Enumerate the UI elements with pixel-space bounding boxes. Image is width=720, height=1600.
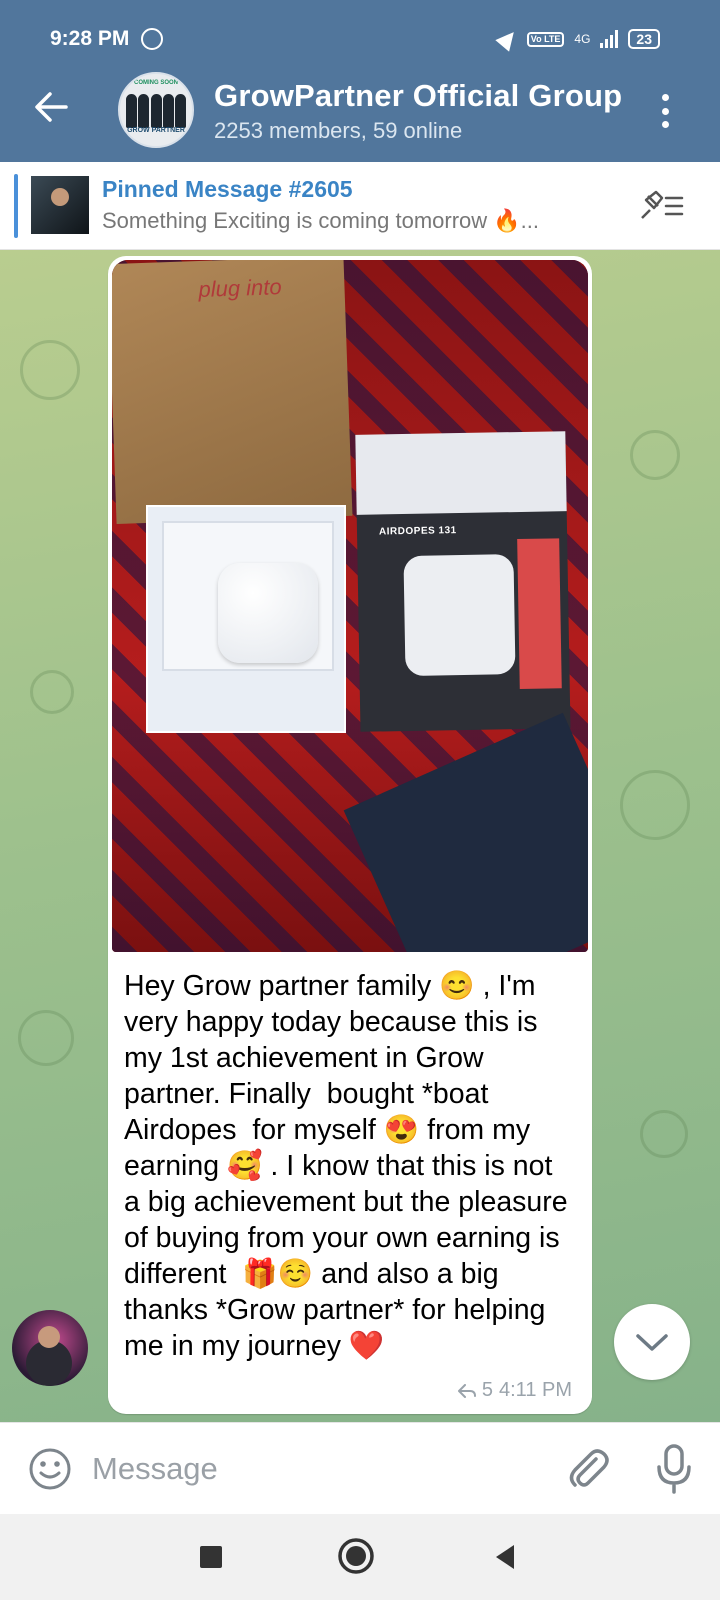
message-input-bar: [0, 1422, 720, 1514]
back-triangle-icon[interactable]: [488, 1540, 522, 1574]
open-earbuds-box: [146, 505, 346, 733]
earbuds-image: [403, 554, 516, 677]
sender-avatar[interactable]: [12, 1310, 88, 1386]
reply-arrow-icon: [457, 1383, 476, 1398]
message-bubble[interactable]: plug into AIRDOPES 131 Hey Grow partner …: [108, 256, 592, 1414]
microphone-icon[interactable]: [656, 1443, 692, 1495]
back-arrow-icon[interactable]: [34, 90, 68, 124]
background-doodle: [30, 670, 74, 714]
background-doodle: [18, 1010, 74, 1066]
group-avatar[interactable]: COMING SOON GROW PARTNER: [118, 72, 194, 148]
avatar-top-text: COMING SOON: [133, 80, 178, 86]
attach-icon[interactable]: [566, 1445, 610, 1493]
pinned-thumbnail: [31, 176, 89, 234]
background-doodle: [630, 430, 680, 480]
message-input[interactable]: [92, 1445, 532, 1493]
pinned-text: Something Exciting is coming tomorrow 🔥.…: [102, 208, 539, 233]
retail-box: AIRDOPES 131: [355, 431, 571, 732]
status-icons: Vo LTE 4G 23: [495, 26, 660, 52]
more-options-icon[interactable]: [662, 94, 670, 128]
pinned-title: Pinned Message #2605: [102, 176, 353, 202]
system-navigation-bar: [0, 1514, 720, 1600]
whatsapp-icon: [141, 28, 164, 50]
message-photo[interactable]: plug into AIRDOPES 131: [112, 260, 588, 952]
scroll-down-button[interactable]: [614, 1304, 690, 1380]
cardboard-box: plug into: [112, 260, 353, 525]
background-doodle: [640, 1110, 688, 1158]
network-label: 4G: [574, 32, 591, 46]
earbuds-case: [218, 563, 318, 663]
emoji-icon[interactable]: [28, 1447, 72, 1491]
message-time: 4:11 PM: [499, 1379, 572, 1401]
pinned-indicator: [14, 174, 18, 238]
group-title[interactable]: GrowPartner Official Group: [214, 78, 622, 114]
pinned-message-bar[interactable]: Pinned Message #2605 Something Exciting …: [0, 162, 720, 250]
background-doodle: [620, 770, 690, 840]
avatar-label: GROW PARTNER: [127, 127, 185, 134]
recents-square-icon[interactable]: [194, 1540, 228, 1574]
message-meta: 5 4:11 PM: [457, 1379, 572, 1402]
message-text: Hey Grow partner family 😊 , I'm very hap…: [124, 970, 576, 1362]
pinned-list-icon[interactable]: [638, 190, 686, 222]
location-icon: [495, 26, 521, 52]
home-circle-icon[interactable]: [336, 1536, 376, 1576]
cardboard-print: plug into: [198, 274, 283, 303]
chevron-down-icon: [636, 1334, 668, 1351]
signal-icon: [600, 30, 619, 48]
group-subtitle: 2253 members, 59 online: [214, 118, 463, 143]
battery-icon: 23: [628, 29, 660, 49]
status-bar: 9:28 PM Vo LTE 4G 23: [50, 22, 660, 56]
avatar-people-image: [126, 94, 186, 128]
background-doodle: [20, 340, 80, 400]
chat-area[interactable]: plug into AIRDOPES 131 Hey Grow partner …: [0, 250, 720, 1422]
retail-box-label: AIRDOPES 131: [378, 525, 457, 538]
app-header: 9:28 PM Vo LTE 4G 23 COMING SOON GROW PA…: [0, 0, 720, 162]
reply-count[interactable]: 5: [482, 1379, 493, 1402]
status-time: 9:28 PM: [50, 27, 130, 50]
volte-icon: Vo LTE: [526, 31, 565, 47]
